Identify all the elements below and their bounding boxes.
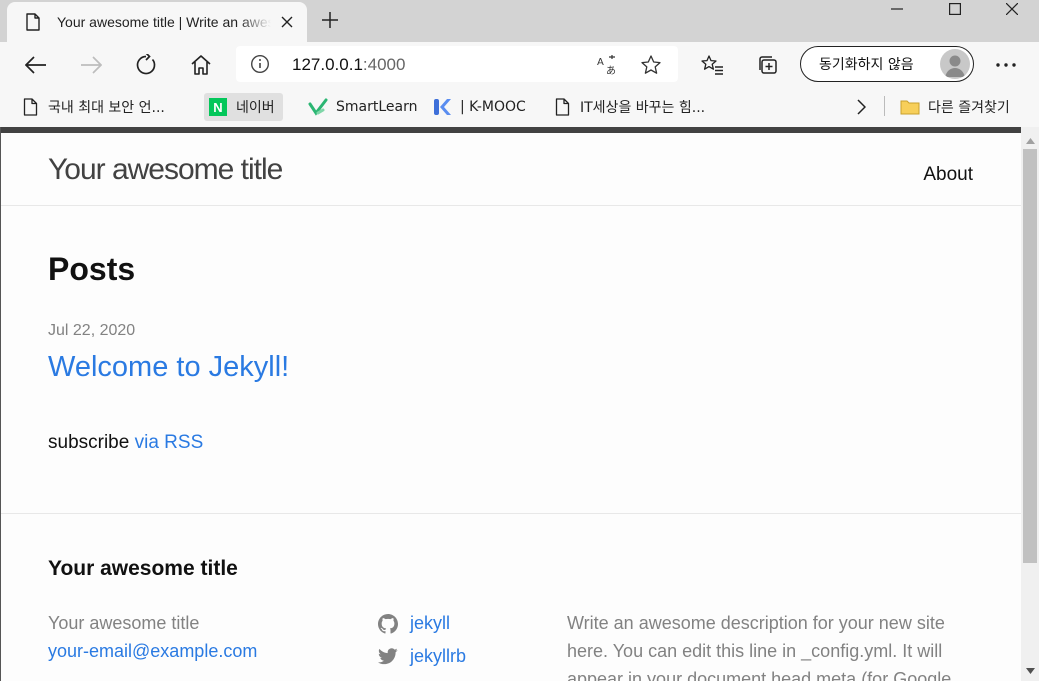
close-icon[interactable]	[983, 0, 1039, 18]
plus-icon[interactable]	[318, 8, 342, 32]
other-favorites[interactable]: 다른 즐겨찾기	[896, 93, 1014, 121]
rss-link[interactable]: via RSS	[135, 432, 204, 453]
favorites-icon[interactable]	[694, 47, 730, 83]
bookmarks-divider	[884, 96, 885, 116]
page-icon	[23, 12, 43, 32]
page-icon	[20, 97, 40, 117]
vertical-scrollbar[interactable]	[1021, 127, 1039, 681]
post-title-link[interactable]: Welcome to Jekyll!	[48, 351, 289, 384]
footer-heading: Your awesome title	[48, 557, 238, 580]
twitter-icon	[378, 647, 398, 667]
page-icon	[552, 97, 572, 117]
site-description: Write an awesome description for your ne…	[567, 613, 952, 681]
folder-icon	[900, 97, 920, 117]
other-favorites-label: 다른 즐겨찾기	[928, 100, 1010, 116]
posts-heading: Posts	[48, 251, 136, 287]
bookmark-item[interactable]: N 네이버	[204, 93, 283, 121]
subscribe-line: subscribe via RSS	[48, 432, 203, 454]
social-twitter[interactable]: jekyllrb	[378, 640, 466, 673]
tab-title: Your awesome title | Write an awesome de…	[57, 14, 271, 30]
site-title[interactable]: Your awesome title	[48, 153, 283, 187]
svg-text:A: A	[597, 57, 604, 68]
info-icon[interactable]	[250, 54, 270, 74]
footer-social: jekyll jekyllrb	[378, 607, 466, 673]
post-date: Jul 22, 2020	[48, 322, 136, 339]
bookmark-item[interactable]: IT세상을 바꾸는 힘...	[548, 93, 709, 121]
page-viewport: Your awesome title About Posts Jul 22, 2…	[0, 127, 1039, 681]
tab-active[interactable]: Your awesome title | Write an awesome de…	[7, 2, 307, 42]
bookmark-label: IT세상을 바꾸는 힘...	[580, 100, 706, 116]
bookmark-item[interactable]: 국내 최대 보안 언...	[16, 93, 169, 121]
site-header: Your awesome title About	[0, 133, 1021, 206]
maximize-icon[interactable]	[926, 0, 984, 18]
bookmark-item[interactable]: | K-MOOC	[428, 93, 530, 121]
bookmark-label: 국내 최대 보안 언...	[48, 100, 165, 116]
github-link[interactable]: jekyll	[410, 613, 450, 634]
chevron-right-icon[interactable]	[852, 93, 870, 121]
scrollbar-thumb[interactable]	[1023, 149, 1037, 563]
bookmark-label: SmartLearn	[336, 99, 418, 115]
bookmark-item[interactable]: SmartLearn	[304, 93, 421, 121]
twitter-link[interactable]: jekyllrb	[410, 646, 466, 667]
refresh-icon[interactable]	[128, 47, 164, 83]
avatar	[940, 49, 970, 79]
minimize-icon[interactable]	[868, 0, 926, 18]
svg-text:あ: あ	[606, 65, 616, 76]
browser-toolbar: 127.0.0.1:4000 Aあ 동기화하지 않음	[0, 42, 1039, 87]
bookmark-label: 네이버	[236, 100, 275, 116]
close-icon[interactable]	[277, 12, 297, 32]
more-icon[interactable]	[988, 47, 1024, 83]
footer-email-link[interactable]: your-email@example.com	[48, 637, 257, 665]
favorite-star-icon[interactable]	[640, 54, 662, 76]
window-edge	[0, 127, 1, 681]
bookmark-label: | K-MOOC	[460, 99, 526, 115]
home-icon[interactable]	[183, 47, 219, 83]
sync-button[interactable]: 동기화하지 않음	[800, 46, 974, 82]
github-icon	[378, 613, 398, 634]
forward-arrow-icon[interactable]	[73, 47, 109, 83]
footer-name: Your awesome title	[48, 613, 200, 633]
social-github[interactable]: jekyll	[378, 607, 466, 640]
smartlearn-icon	[308, 97, 328, 117]
tab-strip: Your awesome title | Write an awesome de…	[0, 0, 1039, 42]
translate-icon[interactable]: Aあ	[596, 54, 618, 77]
subscribe-prefix: subscribe	[48, 432, 135, 453]
back-arrow-icon[interactable]	[18, 47, 54, 83]
address-bar[interactable]: 127.0.0.1:4000 Aあ	[236, 46, 678, 82]
naver-logo: N	[209, 98, 227, 116]
site-footer: Your awesome title Your awesome title yo…	[0, 513, 1021, 681]
naver-icon: N	[208, 97, 228, 117]
collections-icon[interactable]	[750, 47, 786, 83]
footer-contact: Your awesome title your-email@example.co…	[48, 609, 257, 665]
scroll-down-arrow-icon[interactable]	[1021, 663, 1039, 679]
url-port: :4000	[362, 55, 406, 74]
url-host: 127.0.0.1	[292, 55, 363, 74]
kmooc-icon	[432, 97, 452, 117]
sync-label: 동기화하지 않음	[819, 57, 914, 73]
scroll-up-arrow-icon[interactable]	[1021, 133, 1039, 149]
nav-about-link[interactable]: About	[923, 164, 973, 186]
url-text[interactable]: 127.0.0.1:4000	[292, 55, 405, 75]
